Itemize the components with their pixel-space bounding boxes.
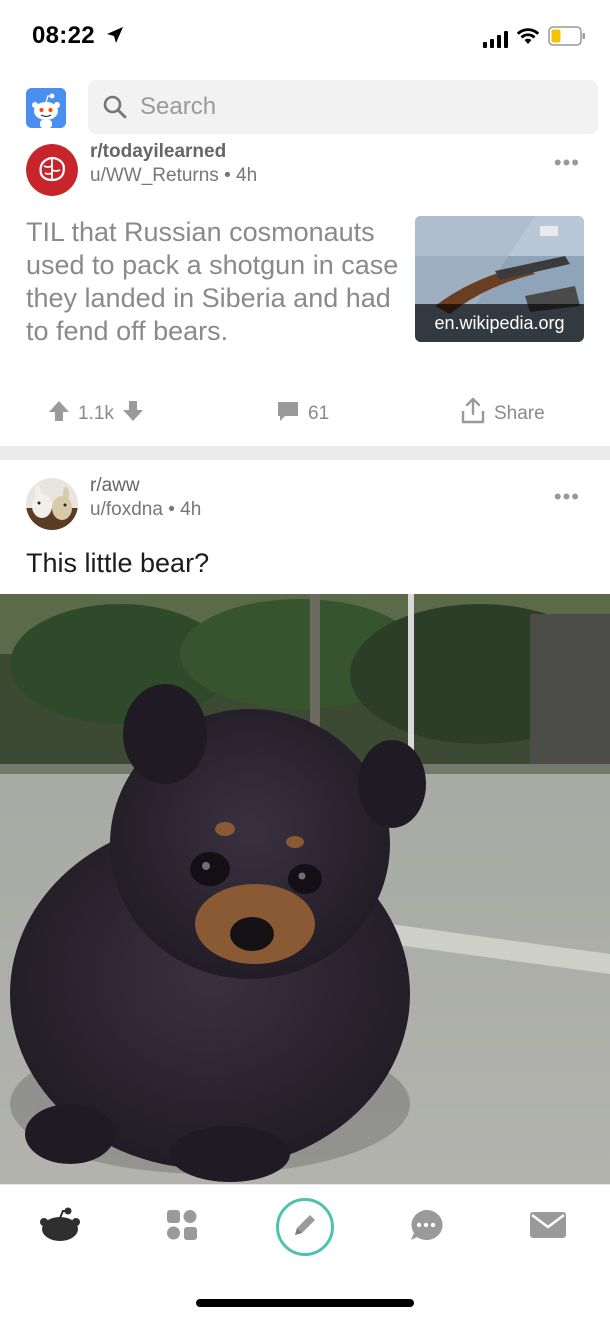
- comment-icon: [276, 400, 300, 428]
- pencil-icon: [291, 1211, 319, 1244]
- subreddit-name[interactable]: r/todayilearned: [90, 141, 226, 162]
- tab-home[interactable]: [20, 1185, 100, 1269]
- downvote-icon[interactable]: [122, 399, 144, 429]
- more-options-icon[interactable]: •••: [554, 150, 580, 176]
- tab-bar: [0, 1184, 610, 1274]
- snoo-avatar-icon[interactable]: [26, 88, 66, 128]
- link-thumbnail[interactable]: en.wikipedia.org: [415, 216, 584, 342]
- home-icon: [38, 1207, 82, 1248]
- post-header: r/todayilearned u/WW_Returns • 4h •••: [0, 140, 610, 200]
- upvote-icon[interactable]: [48, 399, 70, 429]
- tab-communities[interactable]: [142, 1185, 222, 1269]
- comment-count: 61: [308, 403, 330, 424]
- header: [0, 80, 610, 136]
- post-separator: [0, 446, 610, 460]
- chat-icon: [408, 1208, 444, 1247]
- subreddit-avatar[interactable]: [26, 144, 78, 196]
- tab-inbox[interactable]: [508, 1185, 588, 1269]
- subreddit-avatar[interactable]: [26, 478, 78, 530]
- link-domain: en.wikipedia.org: [415, 304, 584, 342]
- post-title[interactable]: TIL that Russian cosmonauts used to pack…: [26, 216, 401, 348]
- status-indicators: [483, 26, 586, 51]
- subreddit-name[interactable]: r/aww: [90, 474, 201, 498]
- post-header: r/aww u/foxdna • 4h •••: [0, 474, 610, 534]
- meta-separator: •: [168, 499, 181, 520]
- tab-chat[interactable]: [386, 1185, 466, 1269]
- share-button[interactable]: Share: [460, 392, 545, 436]
- battery-icon: [548, 26, 586, 51]
- comments-button[interactable]: 61: [276, 392, 329, 436]
- post-title[interactable]: This little bear?: [26, 548, 209, 579]
- communities-icon: [166, 1209, 198, 1246]
- post-actions: 1.1k 61 Share: [0, 392, 610, 436]
- share-label: Share: [494, 403, 545, 424]
- puppy-photo: [0, 594, 610, 1184]
- more-options-icon[interactable]: •••: [554, 484, 580, 510]
- location-arrow-icon: [106, 26, 124, 49]
- compose-button[interactable]: [276, 1198, 334, 1256]
- status-time: 08:22: [32, 22, 95, 49]
- username[interactable]: u/foxdna: [90, 499, 163, 520]
- vote-group: 1.1k: [48, 392, 144, 436]
- share-icon: [460, 397, 486, 431]
- post-image[interactable]: [0, 594, 610, 1184]
- meta-separator: •: [224, 165, 237, 186]
- post-card[interactable]: r/aww u/foxdna • 4h ••• This little bear…: [0, 474, 610, 1184]
- cellular-signal-icon: [483, 30, 508, 48]
- search-bar[interactable]: [88, 80, 598, 134]
- status-bar: 08:22: [0, 0, 610, 72]
- search-icon: [102, 94, 128, 125]
- post-age: 4h: [236, 165, 258, 186]
- post-card[interactable]: r/todayilearned u/WW_Returns • 4h ••• TI…: [0, 140, 610, 445]
- username[interactable]: u/WW_Returns: [90, 165, 219, 186]
- tab-compose[interactable]: [265, 1185, 345, 1269]
- post-age: 4h: [180, 499, 202, 520]
- wifi-icon: [516, 27, 540, 50]
- vote-count: 1.1k: [78, 403, 114, 424]
- search-input[interactable]: [140, 80, 580, 134]
- home-indicator[interactable]: [196, 1299, 414, 1307]
- inbox-icon: [529, 1211, 567, 1244]
